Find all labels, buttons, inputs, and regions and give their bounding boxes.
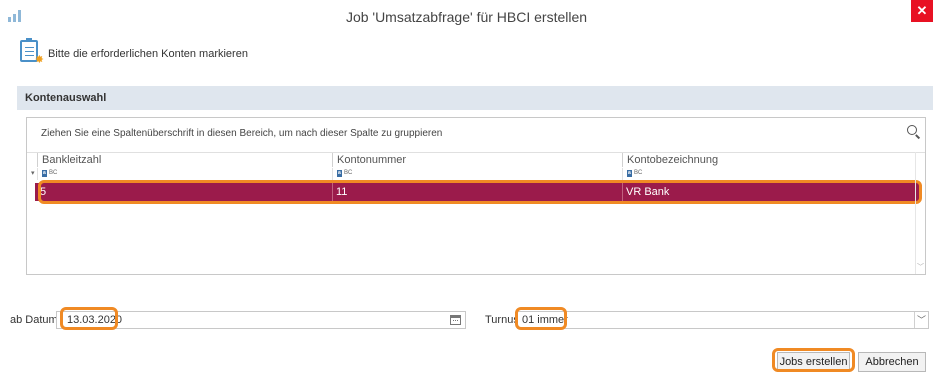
chevron-down-icon[interactable]: ﹀	[914, 312, 928, 328]
column-header-row: Bankleitzahl Kontonummer Kontobezeichnun…	[27, 152, 925, 167]
column-header-bankleitzahl[interactable]: Bankleitzahl	[37, 153, 332, 167]
create-jobs-highlight-outline	[772, 348, 855, 372]
text-filter-icon: a	[42, 170, 47, 177]
vertical-scrollbar[interactable]: ﹀	[915, 152, 925, 274]
accounts-grid: Ziehen Sie eine Spaltenüberschrift in di…	[26, 117, 926, 275]
text-filter-icon: a	[337, 170, 342, 177]
title-bar: Job 'Umsatzabfrage' für HBCI erstellen ✕	[0, 0, 933, 34]
clipboard-star-icon: ✸	[20, 38, 44, 66]
scroll-down-icon[interactable]: ﹀	[917, 262, 924, 272]
filter-row-indicator-icon: ▾	[31, 170, 35, 177]
filter-cell-kontobezeichnung[interactable]: a BC	[622, 168, 915, 180]
group-panel-hint: Ziehen Sie eine Spaltenüberschrift in di…	[41, 128, 443, 139]
turnus-select[interactable]: 01 immer ﹀	[517, 311, 929, 329]
section-title: Kontenauswahl	[25, 92, 107, 104]
cancel-button[interactable]: Abbrechen	[858, 352, 926, 372]
row-highlight-outline	[38, 180, 922, 204]
date-highlight-outline	[60, 307, 118, 330]
turnus-label: Turnus	[485, 314, 519, 326]
filter-row: ▾ a BC a BC a BC	[27, 168, 925, 180]
calendar-icon[interactable]	[450, 315, 461, 325]
text-filter-icon: a	[627, 170, 632, 177]
date-label: ab Datum	[10, 314, 58, 326]
section-header: Kontenauswahl	[17, 86, 933, 110]
instruction-text: Bitte die erforderlichen Konten markiere…	[48, 48, 248, 60]
close-button[interactable]: ✕	[911, 0, 933, 22]
column-header-kontonummer[interactable]: Kontonummer	[332, 153, 622, 167]
filter-cell-bankleitzahl[interactable]: a BC	[37, 168, 332, 180]
search-icon[interactable]	[907, 125, 921, 139]
turnus-highlight-outline	[515, 307, 567, 330]
filter-cell-kontonummer[interactable]: a BC	[332, 168, 622, 180]
column-header-kontobezeichnung[interactable]: Kontobezeichnung	[622, 153, 915, 167]
window-title: Job 'Umsatzabfrage' für HBCI erstellen	[345, 9, 588, 25]
